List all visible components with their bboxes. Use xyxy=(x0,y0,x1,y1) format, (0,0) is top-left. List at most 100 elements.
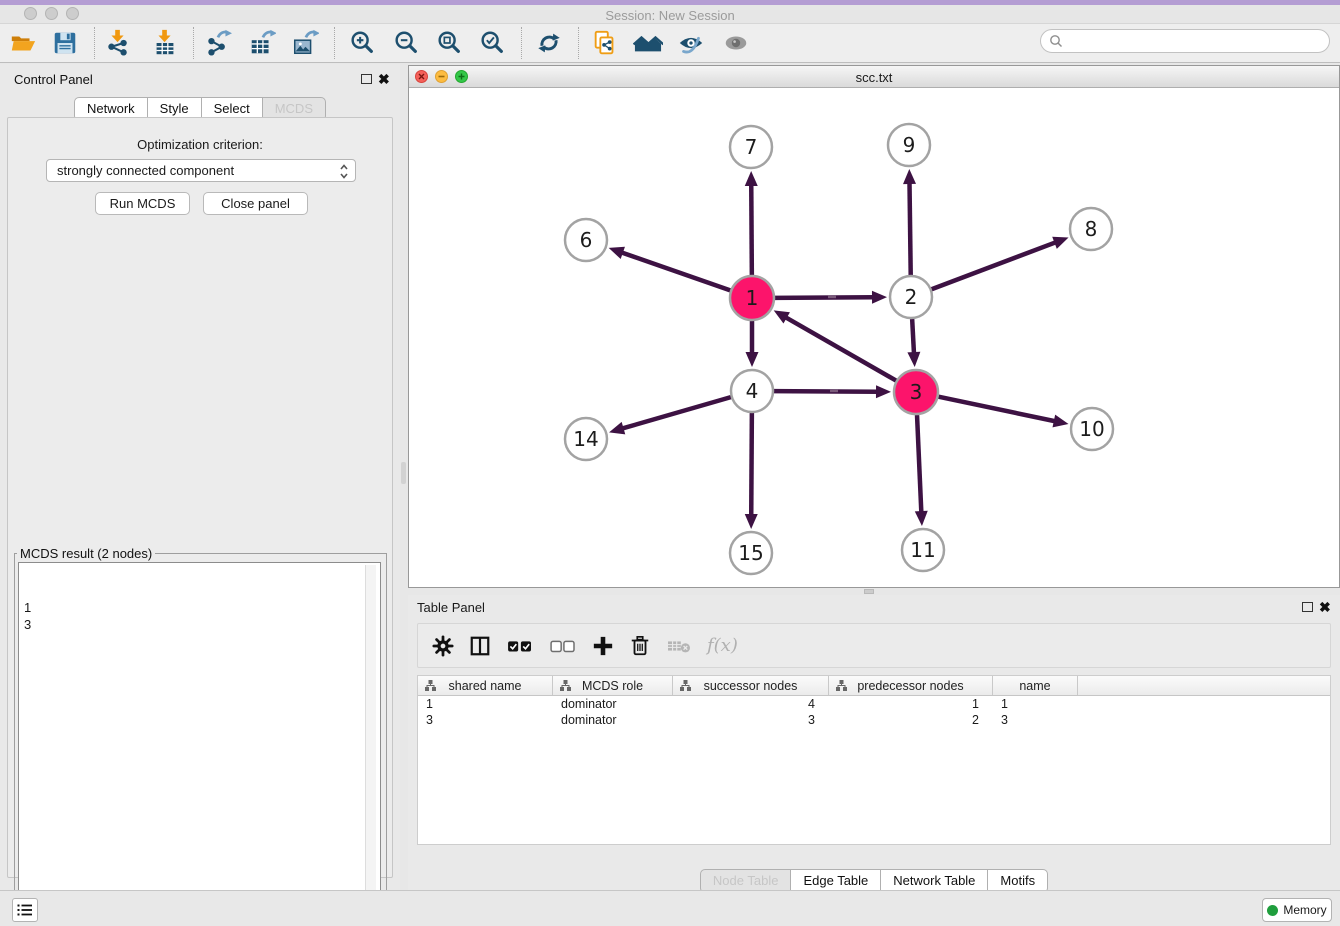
edge-1-2[interactable] xyxy=(775,297,874,298)
column-header-MCDS-role[interactable]: MCDS role xyxy=(553,676,673,695)
run-mcds-button[interactable]: Run MCDS xyxy=(95,192,190,215)
node-label-1: 1 xyxy=(746,286,759,310)
vertical-splitter-handle[interactable] xyxy=(401,462,406,484)
table-panel: Table Panel ✖ f(x) shared nameMCDS roles… xyxy=(408,595,1340,890)
mcds-result-text[interactable]: 1 3 xyxy=(18,562,381,926)
add-column-icon[interactable] xyxy=(592,635,614,657)
memory-label: Memory xyxy=(1283,903,1326,917)
search-input[interactable] xyxy=(1040,29,1330,53)
network-canvas[interactable]: 1234678910111415 xyxy=(409,88,1339,588)
optimization-criterion-label: Optimization criterion: xyxy=(8,137,392,152)
close-table-panel-icon[interactable]: ✖ xyxy=(1319,599,1331,616)
mcds-result-group: MCDS result (2 nodes) 1 3 xyxy=(14,546,387,924)
optimization-criterion-select[interactable]: strongly connected component xyxy=(46,159,356,182)
column-header-name[interactable]: name xyxy=(993,676,1078,695)
node-label-7: 7 xyxy=(745,135,758,159)
edge-arrowhead xyxy=(745,171,758,186)
float-panel-icon[interactable] xyxy=(361,74,372,84)
control-panel: Control Panel ✖ NetworkStyleSelectMCDS O… xyxy=(0,64,400,890)
table-panel-title: Table Panel xyxy=(417,600,485,615)
table-row[interactable]: 3dominator323 xyxy=(418,712,1330,728)
zoom-fit-icon[interactable] xyxy=(432,26,466,60)
network-window-titlebar: scc.txt xyxy=(409,66,1339,88)
export-network-icon[interactable] xyxy=(201,26,235,60)
horizontal-splitter-handle[interactable] xyxy=(864,589,874,594)
node-table-body: 1dominator4113dominator323 xyxy=(418,696,1330,728)
hide-selected-icon[interactable] xyxy=(674,26,708,60)
edge-4-14[interactable] xyxy=(622,397,731,429)
node-table[interactable]: shared nameMCDS rolesuccessor nodesprede… xyxy=(417,675,1331,845)
open-file-icon[interactable] xyxy=(6,26,40,60)
toolbar-separator xyxy=(578,27,579,59)
status-bar: Memory xyxy=(0,890,1340,926)
show-all-icon[interactable] xyxy=(719,26,753,60)
edge-4-15[interactable] xyxy=(751,413,752,516)
memory-status-icon xyxy=(1267,905,1278,916)
edge-arrowhead xyxy=(903,169,916,184)
close-panel-button[interactable]: Close panel xyxy=(203,192,308,215)
toolbar-separator xyxy=(334,27,335,59)
mcds-tab-content: Optimization criterion: strongly connect… xyxy=(7,117,393,878)
node-table-header: shared nameMCDS rolesuccessor nodesprede… xyxy=(418,676,1330,696)
network-view-window: scc.txt 1234678910111415 xyxy=(408,65,1340,588)
save-session-icon[interactable] xyxy=(48,26,82,60)
task-history-button[interactable] xyxy=(12,898,38,922)
import-network-icon[interactable] xyxy=(101,26,135,60)
node-label-2: 2 xyxy=(905,285,918,309)
node-label-8: 8 xyxy=(1085,217,1098,241)
memory-button[interactable]: Memory xyxy=(1262,898,1332,922)
edge-1-6[interactable] xyxy=(621,252,730,290)
edge-3-11[interactable] xyxy=(917,415,921,513)
close-panel-icon[interactable]: ✖ xyxy=(378,71,390,88)
edge-4-3[interactable] xyxy=(774,391,878,392)
optimization-criterion-value: strongly connected component xyxy=(57,163,234,178)
edge-arrowhead xyxy=(609,422,625,434)
network-window-title: scc.txt xyxy=(409,70,1339,85)
window-title: Session: New Session xyxy=(0,8,1340,23)
cell-shared-name: 1 xyxy=(418,696,553,712)
node-label-15: 15 xyxy=(738,541,763,565)
edge-arrowhead xyxy=(1052,415,1068,428)
float-table-panel-icon[interactable] xyxy=(1302,602,1313,612)
edge-3-10[interactable] xyxy=(939,397,1056,422)
edge-2-8[interactable] xyxy=(932,242,1057,289)
new-network-from-selection-icon[interactable] xyxy=(588,26,622,60)
table-row[interactable]: 1dominator411 xyxy=(418,696,1330,712)
edge-arrowhead xyxy=(746,352,759,367)
export-image-icon[interactable] xyxy=(288,26,322,60)
zoom-out-icon[interactable] xyxy=(389,26,423,60)
import-table-icon[interactable] xyxy=(148,26,182,60)
cell-predecessor-nodes: 1 xyxy=(829,696,993,712)
select-all-icon[interactable] xyxy=(506,635,534,657)
result-scrollbar[interactable] xyxy=(365,565,376,926)
column-header-shared-name[interactable]: shared name xyxy=(418,676,553,695)
edge-arrowhead xyxy=(907,352,920,367)
column-visibility-icon[interactable] xyxy=(469,635,491,657)
first-neighbors-icon[interactable] xyxy=(631,26,665,60)
apply-layout-icon[interactable] xyxy=(532,26,566,60)
toolbar-separator xyxy=(521,27,522,59)
select-stepper-icon xyxy=(339,163,349,180)
edge-label-mark xyxy=(830,390,838,392)
zoom-in-icon[interactable] xyxy=(345,26,379,60)
window-titlebar: Session: New Session xyxy=(0,5,1340,23)
mcds-result-lines: 1 3 xyxy=(24,599,364,633)
edge-arrowhead xyxy=(872,291,887,304)
edge-2-9[interactable] xyxy=(909,182,910,275)
delete-column-icon[interactable] xyxy=(629,635,651,657)
node-label-10: 10 xyxy=(1079,417,1104,441)
edge-1-7[interactable] xyxy=(751,184,752,275)
deselect-all-icon[interactable] xyxy=(549,635,577,657)
search-icon xyxy=(1049,34,1063,48)
export-table-icon[interactable] xyxy=(245,26,279,60)
cell-name: 1 xyxy=(993,696,1078,712)
main-toolbar xyxy=(0,23,1340,63)
column-header-predecessor-nodes[interactable]: predecessor nodes xyxy=(829,676,993,695)
column-header-successor-nodes[interactable]: successor nodes xyxy=(673,676,829,695)
node-label-11: 11 xyxy=(910,538,935,562)
edge-arrowhead xyxy=(745,514,758,529)
table-settings-icon[interactable] xyxy=(432,635,454,657)
edge-3-1[interactable] xyxy=(785,317,896,381)
edge-2-3[interactable] xyxy=(912,319,914,354)
zoom-selected-icon[interactable] xyxy=(475,26,509,60)
